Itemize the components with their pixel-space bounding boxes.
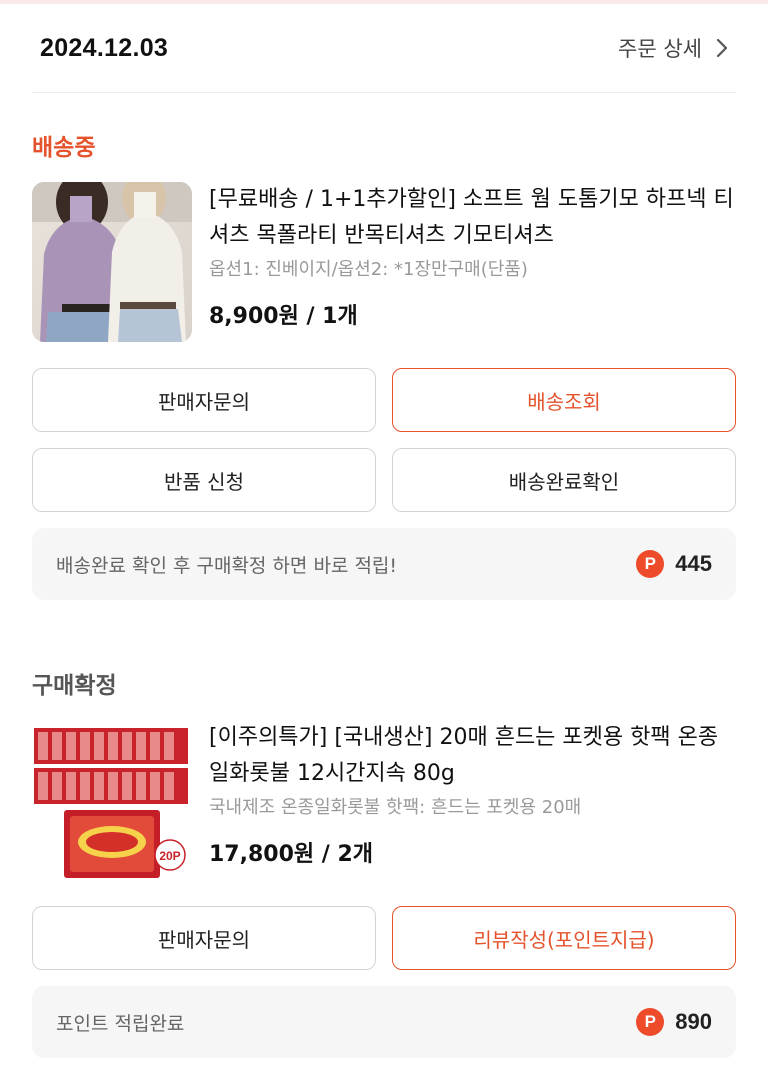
order-detail-link[interactable]: 주문 상세 [618, 33, 728, 63]
product-title[interactable]: [이주의특가] [국내생산] 20매 흔드는 포켓용 핫팩 온종일화롯불 12시… [209, 720, 736, 792]
confirm-delivery-button[interactable]: 배송완료확인 [392, 448, 736, 512]
order-detail-label: 주문 상세 [618, 37, 702, 61]
product-item[interactable]: [무료배송 / 1+1추가할인] 소프트 웜 도톰기모 하프넥 티셔츠 목폴라티… [32, 182, 736, 342]
points-display: P 890 [636, 1008, 712, 1036]
product-title[interactable]: [무료배송 / 1+1추가할인] 소프트 웜 도톰기모 하프넥 티셔츠 목폴라티… [209, 182, 736, 254]
product-item[interactable]: 20P [이주의특가] [국내생산] 20매 흔드는 포켓용 핫팩 온종일화롯불… [32, 720, 736, 880]
product-thumbnail-shirt[interactable] [32, 182, 192, 342]
points-info-text: 포인트 적립완료 [56, 1012, 185, 1035]
order-date: 2024.12.03 [40, 33, 169, 62]
order-actions-row: 판매자문의 배송조회 [32, 368, 736, 432]
track-delivery-button[interactable]: 배송조회 [392, 368, 736, 432]
seller-inquiry-button[interactable]: 판매자문의 [32, 906, 376, 970]
order-status-shipping: 배송중 [32, 135, 96, 161]
points-info-text: 배송완료 확인 후 구매확정 하면 바로 적립! [56, 554, 398, 577]
product-thumbnail-handwarmer[interactable]: 20P [32, 720, 192, 880]
order-header: 2024.12.03 주문 상세 [40, 30, 728, 66]
point-icon: P [636, 550, 665, 578]
points-display: P 445 [636, 550, 712, 578]
points-info-box: 배송완료 확인 후 구매확정 하면 바로 적립! P 445 [32, 528, 736, 600]
points-value: 890 [675, 1009, 712, 1034]
write-review-button[interactable]: 리뷰작성(포인트지급) [392, 906, 736, 970]
return-request-button[interactable]: 반품 신청 [32, 448, 376, 512]
product-price: 8,900원 / 1개 [209, 304, 358, 329]
point-icon: P [636, 1008, 665, 1036]
header-divider [32, 92, 736, 93]
order-actions-row: 반품 신청 배송완료확인 [32, 448, 736, 512]
pack-count-label: 20P [159, 849, 180, 863]
order-actions-row: 판매자문의 리뷰작성(포인트지급) [32, 906, 736, 970]
top-accent-line [0, 0, 768, 4]
product-option: 국내제조 온종일화롯불 핫팩: 흔드는 포켓용 20매 [209, 797, 582, 818]
chevron-right-icon [716, 38, 728, 58]
product-price: 17,800원 / 2개 [209, 842, 374, 867]
points-value: 445 [675, 551, 712, 576]
product-option: 옵션1: 진베이지/옵션2: *1장만구매(단품) [209, 259, 528, 280]
seller-inquiry-button[interactable]: 판매자문의 [32, 368, 376, 432]
order-status-confirmed: 구매확정 [32, 673, 117, 699]
points-info-box: 포인트 적립완료 P 890 [32, 986, 736, 1058]
